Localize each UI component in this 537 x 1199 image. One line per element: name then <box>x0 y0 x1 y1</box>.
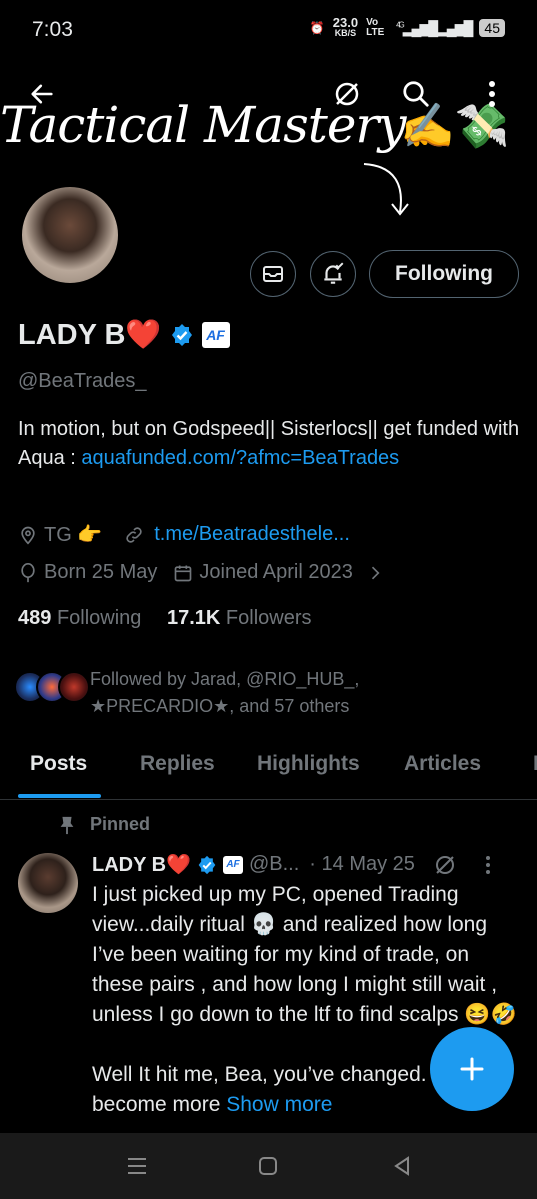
status-time: 7:03 <box>32 18 73 41</box>
plus-icon <box>460 1057 484 1081</box>
tab-articles[interactable]: Articles <box>404 752 481 776</box>
profile-born: Born 25 May <box>44 561 158 583</box>
followed-by-avatars[interactable] <box>14 671 90 703</box>
notifications-button[interactable] <box>310 251 356 297</box>
post-author-name[interactable]: LADY B❤️ <box>92 852 191 877</box>
bio-link[interactable]: aquafunded.com/?afmc=BeaTrades <box>81 447 399 469</box>
signal-icon: 4G▂▄▆█ ▂▄▆█ <box>396 19 473 36</box>
pinned-label: Pinned <box>90 814 151 834</box>
follower-avatar <box>58 671 90 703</box>
followed-by-text[interactable]: Followed by Jarad, @RIO_HUB_, ★PRECARDIO… <box>90 666 390 720</box>
search-icon[interactable] <box>398 76 434 112</box>
following-button[interactable]: Following <box>369 250 519 298</box>
following-count-link[interactable]: 489 Following <box>18 607 141 629</box>
profile-meta-location-row: TG 👉 t.me/Beatradesthele... <box>18 522 350 547</box>
active-tab-indicator <box>18 794 101 798</box>
more-vertical-icon[interactable] <box>474 76 510 112</box>
profile-bio: In motion, but on Godspeed|| Sisterlocs|… <box>18 415 523 473</box>
show-more-link[interactable]: Show more <box>226 1093 332 1116</box>
back-icon[interactable] <box>392 1156 412 1176</box>
calendar-icon <box>175 565 192 581</box>
recents-icon[interactable] <box>126 1157 148 1175</box>
profile-handle: @BeaTrades_ <box>18 370 147 392</box>
pinned-row: Pinned <box>58 814 150 835</box>
grok-icon[interactable] <box>433 853 457 877</box>
grok-icon[interactable] <box>329 76 365 112</box>
chevron-right-icon[interactable] <box>365 563 385 583</box>
more-vertical-icon[interactable] <box>485 855 491 875</box>
profile-tabs: Posts Replies Highlights Articles M <box>0 745 537 800</box>
compose-button[interactable] <box>430 1027 514 1111</box>
status-bar: 7:03 ⏰ 23.0 KB/S Vo LTE 4G▂▄▆█ ▂▄▆█ 45 <box>0 0 537 62</box>
post-header: LADY B❤️ AF @B... · 14 May 25 <box>92 852 491 877</box>
location-pin-icon <box>21 526 35 545</box>
profile-counts: 489 Following 17.1K Followers <box>18 607 312 630</box>
system-nav-bar <box>0 1133 537 1199</box>
pin-icon <box>60 816 74 834</box>
profile-name-row: LADY B❤️ AF <box>18 318 230 352</box>
post-author-handle: @B... <box>248 853 300 875</box>
verified-badge-icon[interactable] <box>170 323 194 347</box>
link-icon <box>126 526 142 543</box>
message-button[interactable] <box>250 251 296 297</box>
tab-replies[interactable]: Replies <box>140 752 215 776</box>
verified-badge-icon <box>198 855 216 874</box>
tab-posts[interactable]: Posts <box>30 752 87 776</box>
followers-count-link[interactable]: 17.1K Followers <box>167 607 312 629</box>
post-date: · 14 May 25 <box>309 853 415 875</box>
tab-media[interactable]: M <box>533 752 537 776</box>
tab-highlights[interactable]: Highlights <box>257 752 360 776</box>
affiliate-badge[interactable]: AF <box>201 322 230 348</box>
status-indicators: ⏰ 23.0 KB/S Vo LTE 4G▂▄▆█ ▂▄▆█ 45 <box>309 15 505 39</box>
profile-avatar[interactable] <box>18 183 122 287</box>
network-speed: 23.0 KB/S <box>332 15 359 38</box>
banner-arrow-icon <box>363 163 409 216</box>
home-icon[interactable] <box>258 1156 278 1176</box>
envelope-icon <box>263 266 283 282</box>
profile-website[interactable]: t.me/Beatradesthele... <box>154 523 350 546</box>
profile-location: TG 👉 <box>44 524 103 546</box>
post-paragraph: I just picked up my PC, opened Trading v… <box>92 883 517 1026</box>
affiliate-badge: AF <box>222 855 243 874</box>
profile-meta-dates-row: Born 25 May Joined April 2023 <box>18 561 385 584</box>
profile-joined: Joined April 2023 <box>199 561 353 583</box>
battery-icon: 45 <box>479 19 505 37</box>
back-arrow-icon[interactable] <box>24 76 60 112</box>
volte-label: Vo LTE <box>366 17 385 38</box>
profile-name: LADY B❤️ <box>18 319 162 351</box>
bell-check-icon <box>324 262 344 284</box>
post-author-avatar[interactable] <box>18 853 78 913</box>
alarm-icon: ⏰ <box>309 21 325 35</box>
balloon-icon <box>21 562 35 582</box>
